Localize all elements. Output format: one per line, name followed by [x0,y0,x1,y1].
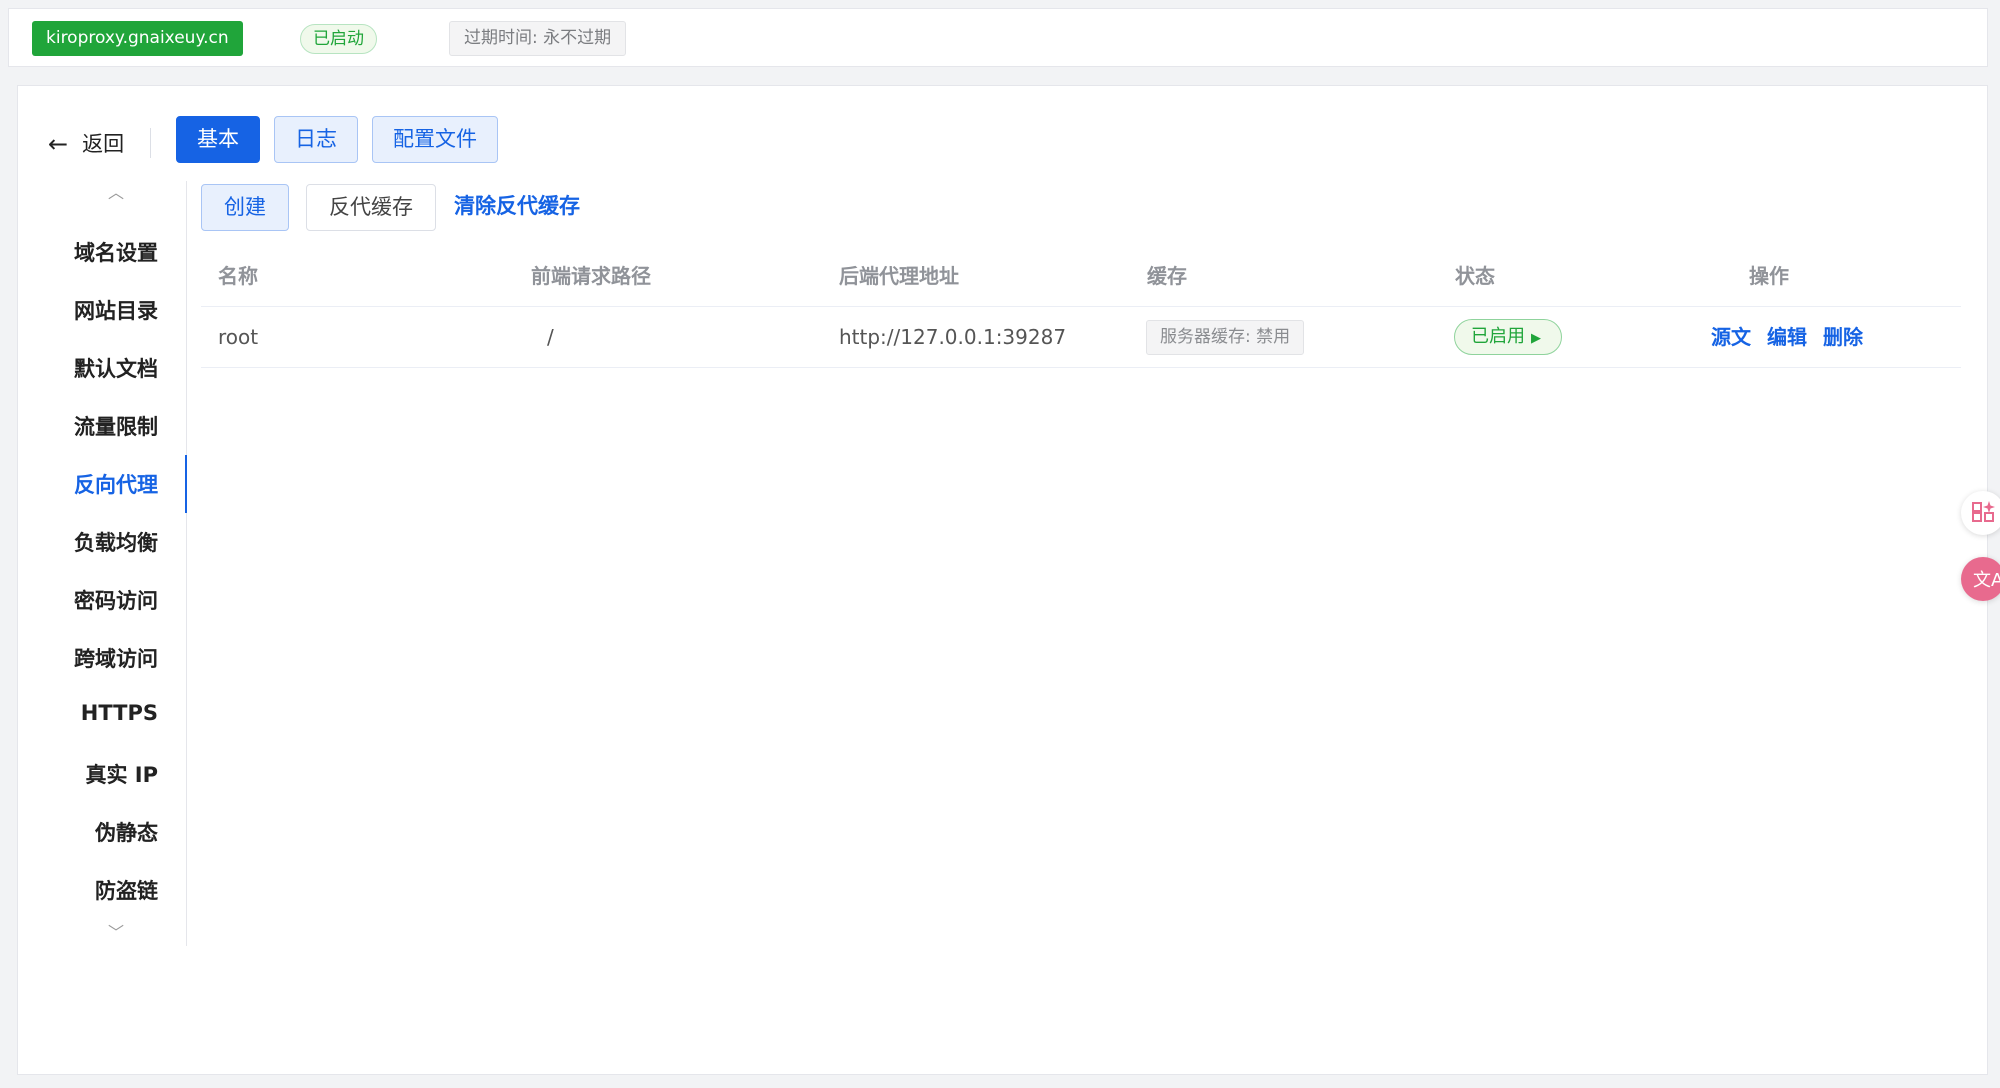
apps-icon [1972,501,1995,522]
sidebar-item-https[interactable]: HTTPS [81,701,158,725]
edit-button[interactable]: 编辑 [1767,307,1807,367]
site-header-bar: kiroproxy.gnaixeuy.cn 已启动 过期时间: 永不过期 [8,8,1988,67]
table-header: 名称 前端请求路径 后端代理地址 缓存 状态 操作 [201,246,1961,307]
translate-icon: 文A [1973,570,2000,591]
arrow-left-icon: ← [48,130,69,158]
sidebar-item-reverse-proxy[interactable]: 反向代理 [74,469,158,499]
site-name-tag[interactable]: kiroproxy.gnaixeuy.cn [32,21,243,56]
sidebar-item-cors[interactable]: 跨域访问 [74,643,158,673]
sidebar-item-rewrite[interactable]: 伪静态 [95,817,158,847]
sidebar-active-indicator [185,455,187,513]
delete-button[interactable]: 删除 [1823,307,1863,367]
sidebar-item-default-doc[interactable]: 默认文档 [74,353,158,383]
cache-status-tag: 服务器缓存: 禁用 [1146,320,1305,355]
sidebar-item-password-access[interactable]: 密码访问 [74,585,158,615]
settings-panel: ← 返回 基本 日志 配置文件 ︿ 域名设置 网站目录 默认文档 流量限制 反向… [17,85,1988,1075]
translate-float-button[interactable]: 文A [1961,557,2000,601]
cell-name: root [218,325,259,349]
proxy-cache-button[interactable]: 反代缓存 [306,184,436,231]
cell-backend: http://127.0.0.1:39287 [839,325,1067,349]
tab-logs[interactable]: 日志 [274,116,358,163]
clear-proxy-cache-link[interactable]: 清除反代缓存 [454,184,580,231]
back-label: 返回 [82,132,125,156]
cell-path: / [547,325,554,349]
expire-badge: 过期时间: 永不过期 [449,21,627,56]
sidebar-item-domain[interactable]: 域名设置 [74,237,158,267]
create-button[interactable]: 创建 [201,184,289,231]
apps-float-button[interactable] [1961,491,2000,535]
col-cache: 缓存 [1147,264,1187,288]
sidebar-item-real-ip[interactable]: 真实 IP [85,759,158,789]
divider [150,128,151,158]
col-path: 前端请求路径 [531,264,651,288]
col-backend: 后端代理地址 [839,264,959,288]
caret-right-icon: ▶ [1531,331,1541,346]
col-actions: 操作 [1749,264,1789,288]
proxy-table: 名称 前端请求路径 后端代理地址 缓存 状态 操作 root / http://… [201,246,1961,368]
table-row: root / http://127.0.0.1:39287 服务器缓存: 禁用 … [201,307,1961,368]
sidebar-item-hotlink[interactable]: 防盗链 [95,875,158,905]
sidebar-item-site-dir[interactable]: 网站目录 [74,295,158,325]
chevron-down-icon[interactable]: ﹀ [108,919,124,943]
col-state: 状态 [1455,264,1495,288]
state-toggle[interactable]: 已启用 ▶ [1454,319,1562,355]
tab-config-file[interactable]: 配置文件 [372,116,498,163]
state-label: 已启用 [1471,326,1525,347]
view-source-button[interactable]: 源文 [1711,307,1751,367]
chevron-up-icon[interactable]: ︿ [108,179,124,203]
site-status-badge: 已启动 [300,24,377,54]
sidebar-item-load-balance[interactable]: 负载均衡 [74,527,158,557]
svg-text:文A: 文A [1973,570,2000,591]
tab-basic[interactable]: 基本 [176,116,260,163]
settings-sidebar: ︿ 域名设置 网站目录 默认文档 流量限制 反向代理 负载均衡 密码访问 跨域访… [18,181,187,946]
sidebar-item-traffic-limit[interactable]: 流量限制 [74,411,158,441]
back-button[interactable]: ← 返回 [48,124,124,164]
col-name: 名称 [218,264,258,288]
